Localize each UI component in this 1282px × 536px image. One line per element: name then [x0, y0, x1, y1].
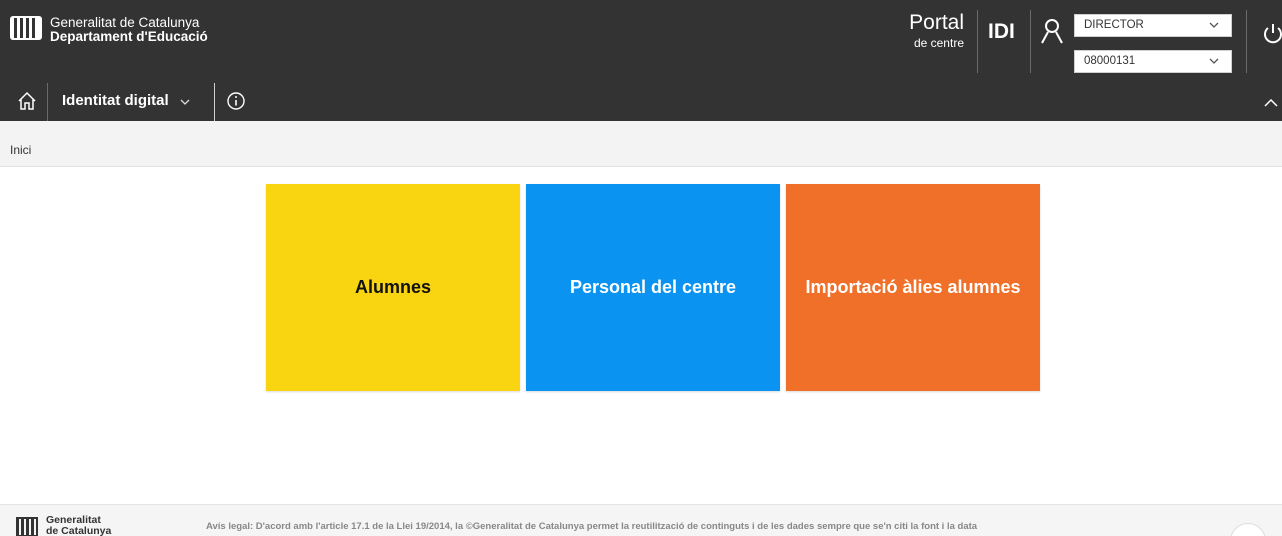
top-bar: Generalitat de Catalunya Departament d'E… [0, 10, 1282, 83]
center-select[interactable]: 08000131 [1074, 50, 1232, 73]
brand[interactable]: Generalitat de Catalunya Departament d'E… [10, 16, 208, 44]
tile-alumnes[interactable]: Alumnes [266, 184, 520, 391]
app-code: IDI [988, 20, 1015, 43]
breadcrumb-current[interactable]: Inici [10, 143, 31, 157]
tile-label: Alumnes [354, 277, 432, 297]
generalitat-logo-icon [10, 16, 42, 40]
portal-title-text: Portal [909, 11, 964, 34]
breadcrumb: Inici [0, 121, 1282, 167]
brand-line-2: Departament d'Educació [50, 29, 208, 44]
portal-title: Portal de centre [898, 12, 964, 52]
chevron-down-icon [1209, 58, 1219, 64]
footer: Generalitat de Catalunya Avís legal: D'a… [0, 504, 1282, 536]
tile-personal-del-centre[interactable]: Personal del centre [526, 184, 780, 391]
tile-label: Importació àlies alumnes [805, 277, 1021, 297]
app-menu-title[interactable]: Identitat digital [62, 92, 169, 109]
power-icon[interactable] [1262, 22, 1282, 46]
footer-brand: Generalitat de Catalunya [46, 515, 111, 536]
tile-importacio-alies-alumnes[interactable]: Importació àlies alumnes [786, 184, 1040, 391]
tile-label: Personal del centre [569, 277, 737, 297]
role-select[interactable]: DIRECTOR [1074, 14, 1232, 37]
menu-divider [47, 83, 48, 121]
role-select-value: DIRECTOR [1084, 19, 1144, 31]
chevron-down-icon [1209, 22, 1219, 28]
menu-bar: Identitat digital [0, 83, 1282, 121]
header: Generalitat de Catalunya Departament d'E… [0, 0, 1282, 121]
chevron-up-icon[interactable] [1264, 99, 1278, 107]
footer-brand-line-2: de Catalunya [46, 525, 112, 536]
brand-line-1: Generalitat de Catalunya [50, 15, 200, 30]
center-select-value: 08000131 [1084, 55, 1136, 67]
scroll-top-button[interactable] [1230, 523, 1266, 536]
header-divider [1030, 10, 1031, 73]
chevron-down-icon[interactable] [180, 98, 190, 106]
generalitat-logo-icon [16, 517, 38, 536]
menu-divider [214, 83, 215, 121]
header-divider [1246, 10, 1247, 73]
home-icon[interactable] [17, 91, 37, 111]
header-divider [977, 10, 978, 73]
info-icon[interactable] [226, 91, 246, 111]
legal-notice: Avís legal: D'acord amb l'article 17.1 d… [206, 521, 978, 532]
portal-subtitle-text: de centre [913, 36, 964, 50]
user-icon[interactable] [1040, 18, 1064, 44]
